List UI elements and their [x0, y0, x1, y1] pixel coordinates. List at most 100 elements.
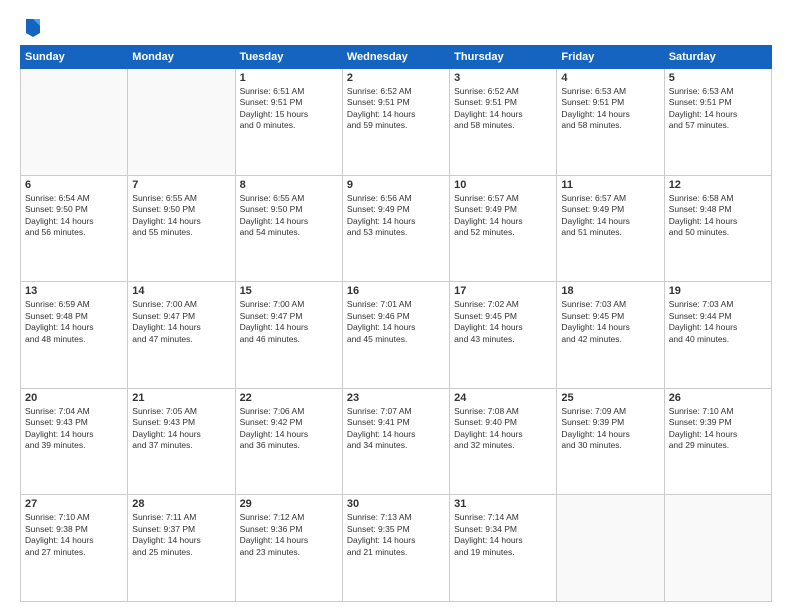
- calendar-day-cell: 10Sunrise: 6:57 AM Sunset: 9:49 PM Dayli…: [450, 175, 557, 282]
- day-number: 2: [347, 72, 445, 84]
- day-info: Sunrise: 6:57 AM Sunset: 9:49 PM Dayligh…: [454, 193, 552, 239]
- day-info: Sunrise: 6:54 AM Sunset: 9:50 PM Dayligh…: [25, 193, 123, 239]
- weekday-header: Saturday: [664, 46, 771, 69]
- day-info: Sunrise: 7:08 AM Sunset: 9:40 PM Dayligh…: [454, 406, 552, 452]
- calendar-day-cell: 17 Sunrise: 7:02 AM Sunset: 9:45 PM Dayli…: [450, 282, 557, 389]
- calendar-day-cell: 26Sunrise: 7:10 AM Sunset: 9:39 PM Dayli…: [664, 388, 771, 495]
- calendar-day-cell: 25 Sunrise: 7:09 AM Sunset: 9:39 PM Dayli…: [557, 388, 664, 495]
- day-number: 31: [454, 498, 552, 510]
- day-number: 13: [25, 285, 123, 297]
- day-info: Sunrise: 6:53 AM Sunset: 9:51 PM Dayligh…: [561, 86, 659, 132]
- calendar-day-cell: 22Sunrise: 7:06 AM Sunset: 9:42 PM Dayli…: [235, 388, 342, 495]
- calendar-day-cell: 9 Sunrise: 6:56 AM Sunset: 9:49 PM Daylig…: [342, 175, 449, 282]
- calendar-week-row: 1Sunrise: 6:51 AM Sunset: 9:51 PM Daylig…: [21, 69, 772, 176]
- day-info: Sunrise: 7:02 AM Sunset: 9:45 PM Dayligh…: [454, 299, 552, 345]
- day-info: Sunrise: 7:01 AM Sunset: 9:46 PM Dayligh…: [347, 299, 445, 345]
- day-number: 17: [454, 285, 552, 297]
- day-number: 4: [561, 72, 659, 84]
- calendar-day-cell: 8 Sunrise: 6:55 AM Sunset: 9:50 PM Daylig…: [235, 175, 342, 282]
- calendar-week-row: 13 Sunrise: 6:59 AM Sunset: 9:48 PM Dayli…: [21, 282, 772, 389]
- day-info: Sunrise: 6:58 AM Sunset: 9:48 PM Dayligh…: [669, 193, 767, 239]
- calendar-day-cell: 29Sunrise: 7:12 AM Sunset: 9:36 PM Dayli…: [235, 495, 342, 602]
- day-number: 8: [240, 179, 338, 191]
- calendar-day-cell: 6 Sunrise: 6:54 AM Sunset: 9:50 PM Daylig…: [21, 175, 128, 282]
- calendar-day-cell: 1Sunrise: 6:51 AM Sunset: 9:51 PM Daylig…: [235, 69, 342, 176]
- calendar-day-cell: 19 Sunrise: 7:03 AM Sunset: 9:44 PM Dayli…: [664, 282, 771, 389]
- day-number: 23: [347, 392, 445, 404]
- calendar-day-cell: 31Sunrise: 7:14 AM Sunset: 9:34 PM Dayli…: [450, 495, 557, 602]
- day-info: Sunrise: 7:05 AM Sunset: 9:43 PM Dayligh…: [132, 406, 230, 452]
- day-number: 27: [25, 498, 123, 510]
- day-number: 15: [240, 285, 338, 297]
- day-number: 20: [25, 392, 123, 404]
- calendar-day-cell: [557, 495, 664, 602]
- day-info: Sunrise: 7:06 AM Sunset: 9:42 PM Dayligh…: [240, 406, 338, 452]
- calendar-day-cell: 15 Sunrise: 7:00 AM Sunset: 9:47 PM Dayli…: [235, 282, 342, 389]
- calendar-day-cell: 27Sunrise: 7:10 AM Sunset: 9:38 PM Dayli…: [21, 495, 128, 602]
- day-info: Sunrise: 7:12 AM Sunset: 9:36 PM Dayligh…: [240, 512, 338, 558]
- day-number: 12: [669, 179, 767, 191]
- calendar-table: SundayMondayTuesdayWednesdayThursdayFrid…: [20, 45, 772, 602]
- day-number: 25: [561, 392, 659, 404]
- header: [20, 15, 772, 37]
- calendar-week-row: 6 Sunrise: 6:54 AM Sunset: 9:50 PM Daylig…: [21, 175, 772, 282]
- day-number: 18: [561, 285, 659, 297]
- day-number: 19: [669, 285, 767, 297]
- page: SundayMondayTuesdayWednesdayThursdayFrid…: [0, 0, 792, 612]
- day-info: Sunrise: 6:56 AM Sunset: 9:49 PM Dayligh…: [347, 193, 445, 239]
- calendar-day-cell: [128, 69, 235, 176]
- day-info: Sunrise: 7:00 AM Sunset: 9:47 PM Dayligh…: [132, 299, 230, 345]
- calendar-day-cell: [21, 69, 128, 176]
- calendar-day-cell: 3Sunrise: 6:52 AM Sunset: 9:51 PM Daylig…: [450, 69, 557, 176]
- calendar-day-cell: 4 Sunrise: 6:53 AM Sunset: 9:51 PM Daylig…: [557, 69, 664, 176]
- day-info: Sunrise: 7:07 AM Sunset: 9:41 PM Dayligh…: [347, 406, 445, 452]
- calendar-day-cell: 12 Sunrise: 6:58 AM Sunset: 9:48 PM Dayli…: [664, 175, 771, 282]
- weekday-header: Wednesday: [342, 46, 449, 69]
- calendar-day-cell: 13 Sunrise: 6:59 AM Sunset: 9:48 PM Dayli…: [21, 282, 128, 389]
- day-number: 16: [347, 285, 445, 297]
- calendar-day-cell: 11 Sunrise: 6:57 AM Sunset: 9:49 PM Dayli…: [557, 175, 664, 282]
- day-info: Sunrise: 7:00 AM Sunset: 9:47 PM Dayligh…: [240, 299, 338, 345]
- weekday-header: Sunday: [21, 46, 128, 69]
- calendar-day-cell: 23 Sunrise: 7:07 AM Sunset: 9:41 PM Dayli…: [342, 388, 449, 495]
- calendar-day-cell: 24Sunrise: 7:08 AM Sunset: 9:40 PM Dayli…: [450, 388, 557, 495]
- calendar-week-row: 27Sunrise: 7:10 AM Sunset: 9:38 PM Dayli…: [21, 495, 772, 602]
- day-info: Sunrise: 6:53 AM Sunset: 9:51 PM Dayligh…: [669, 86, 767, 132]
- day-number: 5: [669, 72, 767, 84]
- day-info: Sunrise: 6:55 AM Sunset: 9:50 PM Dayligh…: [132, 193, 230, 239]
- calendar-day-cell: 20 Sunrise: 7:04 AM Sunset: 9:43 PM Dayli…: [21, 388, 128, 495]
- day-info: Sunrise: 6:52 AM Sunset: 9:51 PM Dayligh…: [347, 86, 445, 132]
- weekday-header: Monday: [128, 46, 235, 69]
- day-number: 3: [454, 72, 552, 84]
- calendar-day-cell: 30 Sunrise: 7:13 AM Sunset: 9:35 PM Dayli…: [342, 495, 449, 602]
- logo-icon: [24, 15, 42, 37]
- day-number: 11: [561, 179, 659, 191]
- day-info: Sunrise: 6:55 AM Sunset: 9:50 PM Dayligh…: [240, 193, 338, 239]
- calendar-day-cell: [664, 495, 771, 602]
- calendar-day-cell: 18 Sunrise: 7:03 AM Sunset: 9:45 PM Dayli…: [557, 282, 664, 389]
- day-number: 9: [347, 179, 445, 191]
- day-info: Sunrise: 6:59 AM Sunset: 9:48 PM Dayligh…: [25, 299, 123, 345]
- logo: [20, 15, 42, 37]
- day-number: 30: [347, 498, 445, 510]
- day-number: 28: [132, 498, 230, 510]
- day-info: Sunrise: 7:03 AM Sunset: 9:44 PM Dayligh…: [669, 299, 767, 345]
- day-number: 6: [25, 179, 123, 191]
- day-number: 7: [132, 179, 230, 191]
- day-info: Sunrise: 6:57 AM Sunset: 9:49 PM Dayligh…: [561, 193, 659, 239]
- weekday-header: Friday: [557, 46, 664, 69]
- day-info: Sunrise: 7:10 AM Sunset: 9:39 PM Dayligh…: [669, 406, 767, 452]
- calendar-week-row: 20 Sunrise: 7:04 AM Sunset: 9:43 PM Dayli…: [21, 388, 772, 495]
- day-info: Sunrise: 7:04 AM Sunset: 9:43 PM Dayligh…: [25, 406, 123, 452]
- day-info: Sunrise: 7:03 AM Sunset: 9:45 PM Dayligh…: [561, 299, 659, 345]
- day-info: Sunrise: 7:13 AM Sunset: 9:35 PM Dayligh…: [347, 512, 445, 558]
- calendar-day-cell: 21Sunrise: 7:05 AM Sunset: 9:43 PM Dayli…: [128, 388, 235, 495]
- day-info: Sunrise: 7:11 AM Sunset: 9:37 PM Dayligh…: [132, 512, 230, 558]
- day-number: 1: [240, 72, 338, 84]
- day-info: Sunrise: 7:09 AM Sunset: 9:39 PM Dayligh…: [561, 406, 659, 452]
- calendar-day-cell: 14Sunrise: 7:00 AM Sunset: 9:47 PM Dayli…: [128, 282, 235, 389]
- calendar-day-cell: 16 Sunrise: 7:01 AM Sunset: 9:46 PM Dayli…: [342, 282, 449, 389]
- calendar-day-cell: 5 Sunrise: 6:53 AM Sunset: 9:51 PM Daylig…: [664, 69, 771, 176]
- calendar-day-cell: 7 Sunrise: 6:55 AM Sunset: 9:50 PM Daylig…: [128, 175, 235, 282]
- weekday-header: Thursday: [450, 46, 557, 69]
